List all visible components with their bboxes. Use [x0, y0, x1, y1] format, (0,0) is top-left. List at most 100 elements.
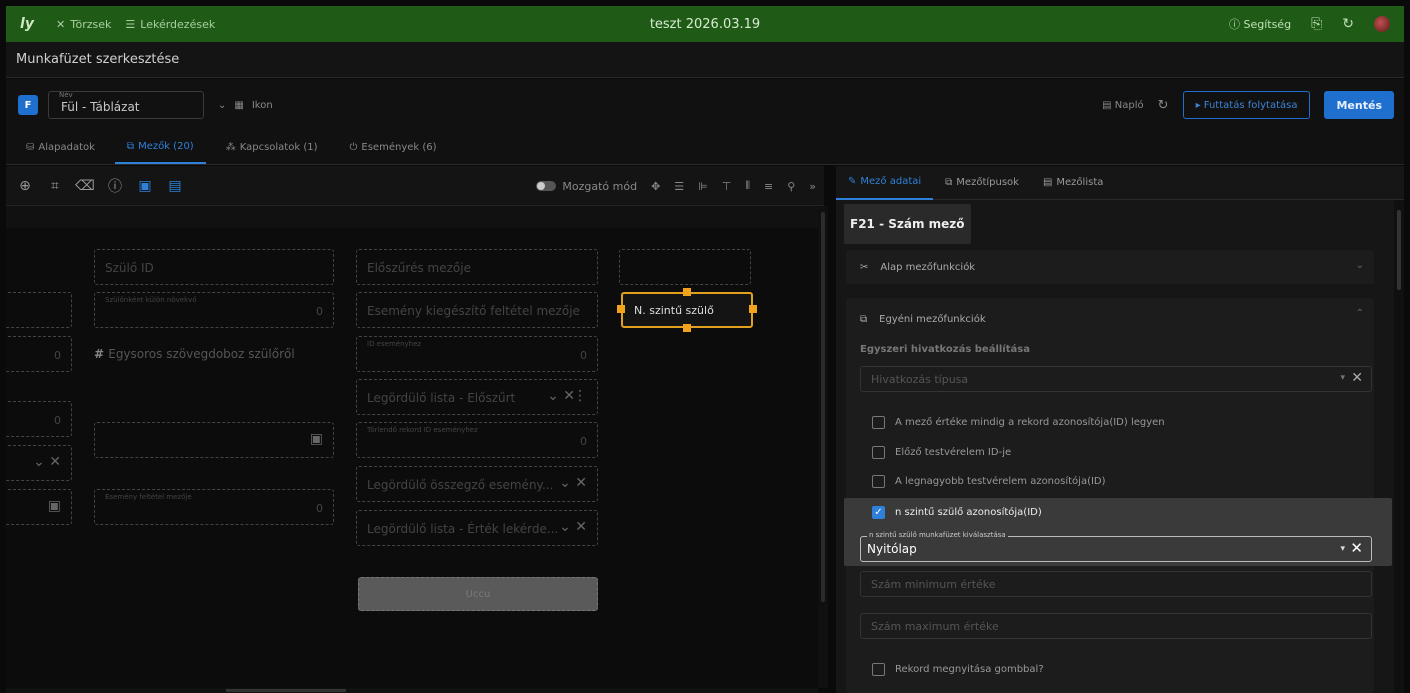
nav-lekerdezesek[interactable]: ☰ Lekérdezések — [125, 18, 215, 31]
calendar-icon[interactable]: ▣ — [310, 431, 323, 447]
workbook-form-row: F Név Fül - Táblázat ⌄ ▦ Ikon ▤ Napló ↻ … — [6, 79, 1404, 131]
clear-icon[interactable]: ⌄ ✕ — [547, 388, 575, 404]
checkbox-record-id[interactable]: A mező értéke mindig a rekord azonosítój… — [872, 416, 1165, 429]
tab-mezolista[interactable]: ▤ Mezőlista — [1031, 166, 1115, 200]
panel-scrollbar[interactable] — [1394, 200, 1404, 693]
field-legordulo-eloszurt[interactable]: Legördülő lista - Előszűrt ⌄ ✕ ⋮ — [356, 379, 598, 415]
accordion-header[interactable]: ✂ Alap mezőfunkciók ⌄ — [846, 250, 1374, 284]
canvas-scrollbar[interactable] — [818, 206, 828, 688]
zoom-icon[interactable]: ⚲ — [787, 180, 795, 193]
kebab-menu-icon[interactable]: ⋮ — [573, 388, 587, 404]
icon-select[interactable]: ⌄ ▦ Ikon — [218, 100, 273, 111]
parent-workbook-select[interactable]: n szintű szülő munkafüzet kiválasztása N… — [860, 531, 1372, 562]
field-esemeny-feltetel[interactable]: Esemény feltétel mezője 0 — [94, 489, 334, 525]
avatar[interactable] — [1374, 16, 1390, 32]
reference-type-select[interactable]: Hivatkozás típusa ▾ ✕ — [860, 366, 1372, 392]
refresh-icon[interactable]: ↻ — [1342, 16, 1354, 32]
field-egysoros[interactable]: # Egysoros szövegdoboz szülőről — [94, 336, 334, 372]
min-value-input[interactable]: Szám minimum értéke — [860, 571, 1372, 597]
frame-icon[interactable]: ⌗ — [44, 178, 66, 194]
checkbox[interactable] — [872, 663, 885, 676]
tab-mezo-adatai[interactable]: ✎ Mező adatai — [836, 166, 934, 200]
field-cut-left-5[interactable]: ▣ — [6, 489, 72, 525]
layout-icon[interactable]: ▣ — [134, 178, 156, 194]
run-continue-button[interactable]: ▸ Futtatás folytatása — [1182, 91, 1311, 119]
resize-handle[interactable] — [683, 324, 691, 332]
nav-torzsek[interactable]: ✕ Törzsek — [56, 18, 111, 31]
field-label: Törlendő rekord ID eseményhez — [367, 426, 478, 434]
field-legordulo-ertek[interactable]: Legördülő lista - Érték lekérde... ⌄ ✕ — [356, 510, 598, 546]
clear-icon[interactable]: ✕ — [1350, 539, 1363, 557]
tab-mezok[interactable]: ⧉ Mezők (20) — [114, 130, 206, 164]
field-id-esemeny[interactable]: ID eseményhez 0 — [356, 336, 598, 372]
field-szulonkent[interactable]: Szülőnként külön növekvő 0 — [94, 292, 334, 328]
field-esemeny-kieg[interactable]: Esemény kiegészítő feltétel mezője — [356, 292, 598, 328]
app-logo[interactable]: ly — [12, 16, 42, 32]
tab-esemenyek[interactable]: ⏻ Események (6) — [337, 130, 448, 164]
field-eloszures[interactable]: Előszűrés mezője — [356, 249, 598, 285]
field-uccu-button[interactable]: Uccu — [358, 577, 598, 611]
field-canvas[interactable]: Szülő ID Előszűrés mezője Szülőnként kül… — [6, 206, 818, 688]
checkbox-open-with-button[interactable]: Rekord megnyitása gombbal? — [872, 663, 1044, 676]
scrollbar-thumb[interactable] — [821, 212, 825, 602]
checkbox[interactable] — [872, 416, 885, 429]
resize-handle[interactable] — [617, 305, 625, 313]
scrollbar-thumb[interactable] — [226, 689, 346, 692]
database-icon: ⛁ — [26, 141, 35, 153]
workbook-badge[interactable]: F — [18, 95, 38, 115]
calendar-icon[interactable]: ▣ — [48, 498, 61, 514]
resize-handle[interactable] — [749, 305, 757, 313]
checkbox-label: Előző testvérelem ID-je — [895, 447, 1012, 458]
tab-alapadatok[interactable]: ⛁ Alapadatok — [14, 130, 107, 164]
info-icon[interactable]: ⓘ — [104, 176, 126, 196]
name-field[interactable]: Név Fül - Táblázat — [48, 91, 204, 119]
align-center-icon[interactable]: ⫴ — [745, 179, 750, 193]
clear-icon[interactable]: ⌄ ✕ — [559, 519, 587, 535]
accordion-header[interactable]: ⧉ Egyéni mezőfunkciók ⌃ — [846, 298, 1374, 340]
checkbox[interactable] — [872, 446, 885, 459]
move-mode-toggle[interactable]: Mozgató mód — [536, 180, 637, 193]
clear-icon[interactable]: ⌄ ✕ — [33, 454, 61, 470]
move-icon[interactable]: ✥ — [651, 180, 660, 193]
field-cut-left-2[interactable]: 0 — [6, 336, 72, 372]
align-left-icon[interactable]: ⊫ — [698, 180, 708, 193]
align-top-icon[interactable]: ⊤ — [722, 180, 732, 193]
select-value: Nyitólap — [867, 542, 917, 556]
field-date-1[interactable]: ▣ — [94, 422, 334, 458]
clipboard-search-icon[interactable]: ⎘ — [1311, 16, 1322, 32]
tab-kapcsolatok[interactable]: ⁂ Kapcsolatok (1) — [214, 130, 330, 164]
canvas-horizontal-scrollbar[interactable] — [6, 688, 818, 693]
field-szulo-id[interactable]: Szülő ID — [94, 249, 334, 285]
checkbox-max-sibling[interactable]: A legnagyobb testvérelem azonosítója(ID) — [872, 475, 1106, 488]
checkbox-n-level-parent[interactable]: ✓ n szintű szülő azonosítója(ID) — [872, 506, 1042, 519]
reload-icon[interactable]: ↻ — [1158, 98, 1169, 113]
field-torlendo[interactable]: Törlendő rekord ID eseményhez 0 — [356, 422, 598, 458]
help-link[interactable]: ⓘ Segítség — [1229, 16, 1291, 32]
field-selected-n-szintu-szulo[interactable]: N. szintű szülő — [617, 288, 757, 332]
chevron-down-icon: ▾ — [1340, 544, 1345, 554]
align-justify-icon[interactable]: ☰ — [674, 180, 684, 193]
field-legordulo-osszegzo[interactable]: Legördülő összegző esemény... ⌄ ✕ — [356, 466, 598, 502]
checkbox-prev-sibling[interactable]: Előző testvérelem ID-je — [872, 446, 1011, 459]
distribute-icon[interactable]: ≡ — [764, 180, 773, 193]
collapse-panel-icon[interactable]: » — [809, 180, 816, 193]
fields-icon: ⧉ — [126, 140, 135, 152]
clear-icon[interactable]: ⌄ ✕ — [559, 475, 587, 491]
field-empty[interactable] — [619, 249, 751, 285]
scrollbar-thumb[interactable] — [1397, 210, 1401, 290]
clear-icon[interactable]: ✕ — [1351, 370, 1363, 386]
grid-view-icon[interactable]: ▤ — [164, 178, 186, 194]
eraser-icon[interactable]: ⌫ — [74, 178, 96, 194]
add-field-icon[interactable]: ⊕ — [14, 178, 36, 194]
resize-handle[interactable] — [683, 288, 691, 296]
checkbox-checked[interactable]: ✓ — [872, 506, 885, 519]
checkbox[interactable] — [872, 475, 885, 488]
accordion-basic-functions[interactable]: ✂ Alap mezőfunkciók ⌄ — [846, 250, 1374, 284]
field-cut-left-4[interactable]: ⌄ ✕ — [6, 445, 72, 481]
field-cut-left-3[interactable]: 0 — [6, 401, 72, 437]
log-button[interactable]: ▤ Napló — [1102, 100, 1144, 111]
save-button[interactable]: Mentés — [1324, 91, 1394, 119]
field-cut-left-1[interactable] — [6, 292, 72, 328]
max-value-input[interactable]: Szám maximum értéke — [860, 613, 1372, 639]
tab-mezotipusok[interactable]: ⧉ Mezőtípusok — [933, 166, 1031, 200]
